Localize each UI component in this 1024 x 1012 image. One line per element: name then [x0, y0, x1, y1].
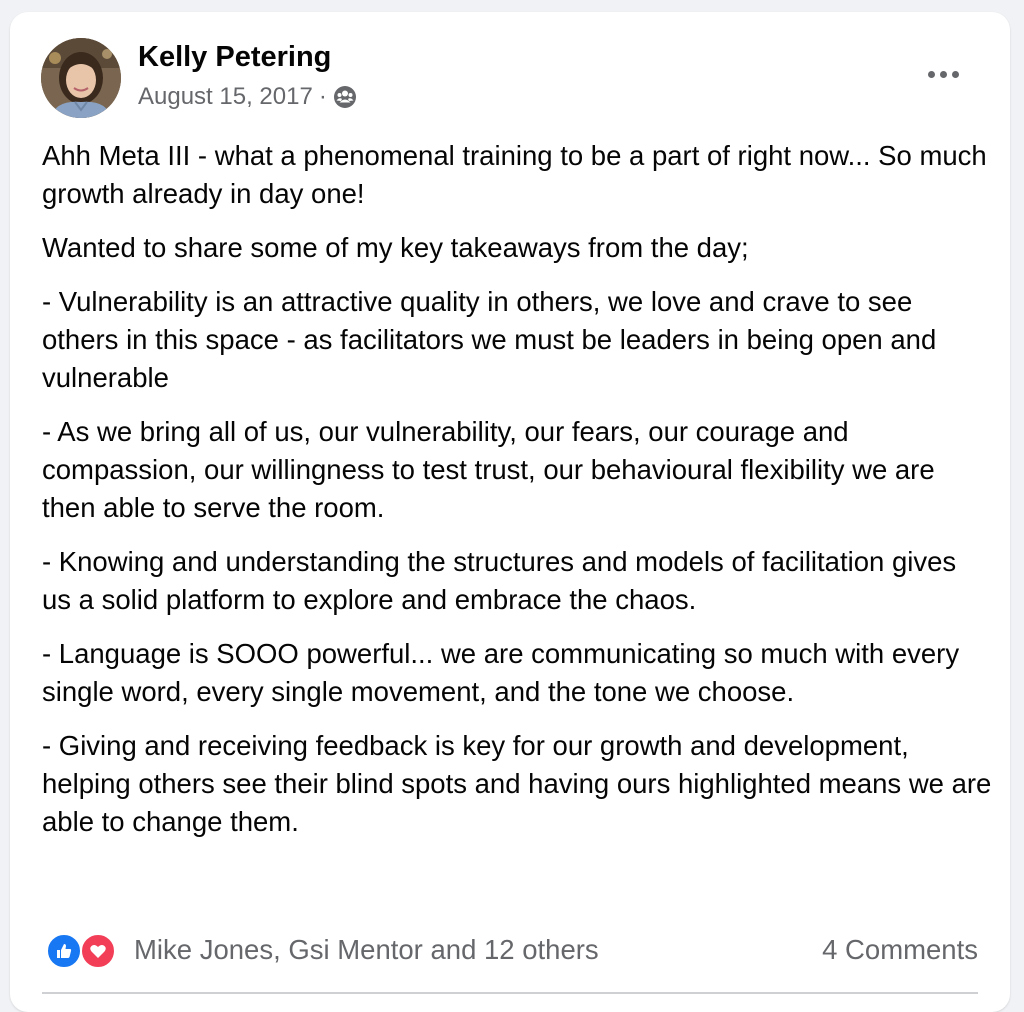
group-icon[interactable]: [333, 85, 357, 109]
author-name[interactable]: Kelly Petering: [138, 39, 331, 75]
post-paragraph: - Vulnerability is an attractive quality…: [42, 286, 937, 393]
post-paragraph: - Knowing and understanding the structur…: [42, 546, 957, 615]
more-dot: [939, 70, 947, 78]
more-dot: [951, 70, 959, 78]
reactions-summary[interactable]: Mike Jones, Gsi Mentor and 12 others: [46, 930, 599, 970]
more-dot: [927, 70, 935, 78]
like-icon: [46, 933, 82, 969]
love-icon: [80, 933, 116, 969]
meta-separator: ·: [318, 83, 327, 110]
reaction-names[interactable]: Mike Jones, Gsi Mentor and 12 others: [134, 934, 599, 966]
post-meta: August 15, 2017 ·: [138, 80, 357, 114]
post-card: Kelly Petering August 15, 2017 · Ahh Met…: [10, 12, 1010, 1012]
post-body: Ahh Meta III - what a phenomenal trainin…: [42, 137, 992, 857]
post-paragraph: - As we bring all of us, our vulnerabili…: [42, 416, 935, 523]
footer-divider: [42, 992, 978, 994]
post-date[interactable]: August 15, 2017: [138, 83, 313, 111]
post-paragraph: Wanted to share some of my key takeaways…: [42, 232, 749, 263]
reaction-icons: [46, 931, 120, 969]
profile-photo: [41, 38, 121, 118]
post-paragraph: - Giving and receiving feedback is key f…: [42, 730, 992, 837]
comments-count[interactable]: 4 Comments: [822, 930, 978, 970]
post-paragraph: Ahh Meta III - what a phenomenal trainin…: [42, 140, 987, 209]
more-options-icon[interactable]: [918, 54, 968, 94]
post-paragraph: - Language is SOOO powerful... we are co…: [42, 638, 960, 707]
avatar[interactable]: [41, 38, 121, 118]
